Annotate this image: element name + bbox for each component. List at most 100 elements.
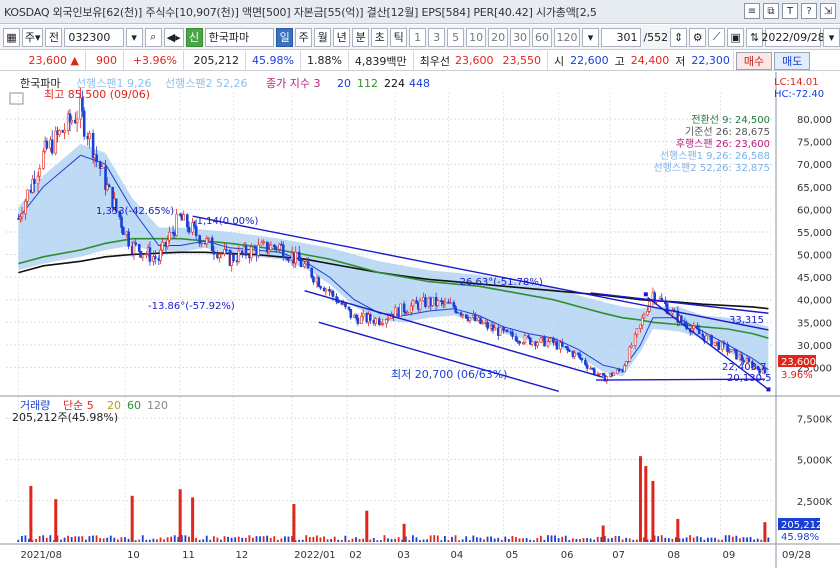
buy-button[interactable]: 매수 <box>735 51 773 70</box>
best-ask: 23,600 <box>455 54 494 67</box>
tab-second[interactable]: 초 <box>371 27 389 47</box>
ichimoku-value-3: 후행스팬 26: 23,600 <box>676 138 770 150</box>
candle-body <box>578 354 582 359</box>
minute-30[interactable]: 30 <box>510 27 531 47</box>
candle-body <box>479 317 482 324</box>
volume-bar-26 <box>109 535 112 542</box>
volume-spike-1 <box>54 499 58 542</box>
candle-body <box>317 277 321 287</box>
stepper-icon[interactable]: ⇕ <box>670 27 688 47</box>
candle-body <box>198 235 202 244</box>
candle-body <box>454 306 457 313</box>
volume-bar-172 <box>628 538 631 542</box>
candle-body <box>568 349 571 352</box>
candle-290 <box>735 349 738 360</box>
volume-bar-79 <box>298 539 301 542</box>
candle-body <box>514 336 518 342</box>
volume-bar-1 <box>20 536 23 542</box>
volume-bar-138 <box>507 538 510 542</box>
candle-body <box>415 300 418 304</box>
minute-10[interactable]: 10 <box>466 27 487 47</box>
volume-bar-95 <box>355 537 357 542</box>
chart-type-icon[interactable]: ⟋ <box>708 27 726 47</box>
candle-247 <box>628 345 632 363</box>
stock-code-input[interactable]: 032300 <box>64 27 124 47</box>
volume-spike-0 <box>29 485 33 542</box>
speaker-icon[interactable]: ◀▸ <box>163 27 184 47</box>
volume-bar-16 <box>74 536 77 542</box>
search-icon[interactable]: ⌕ <box>144 27 162 47</box>
volume-bar-184 <box>671 538 674 542</box>
market-button[interactable]: 전 <box>45 27 63 47</box>
minute-dropdown-icon[interactable]: ▾ <box>581 27 599 47</box>
save-icon[interactable]: ▣ <box>727 27 745 47</box>
candle-155 <box>399 303 402 317</box>
candle-body <box>642 314 646 319</box>
candle-body <box>63 129 66 133</box>
tab-tick[interactable]: 틱 <box>390 27 408 47</box>
grid-button[interactable]: ▦ <box>3 27 20 47</box>
candle-body <box>628 346 632 362</box>
date-input[interactable]: 2022/09/28 <box>761 27 825 47</box>
tab-yearly[interactable]: 년 <box>333 27 351 47</box>
minute-1[interactable]: 1 <box>409 27 427 47</box>
help-icon[interactable]: ? <box>801 3 817 19</box>
candle-body <box>735 349 738 360</box>
candle-body <box>354 314 358 319</box>
tab-weekly[interactable]: 주 <box>295 27 313 47</box>
y-tick-9: 35,000 <box>797 318 832 329</box>
candle-body <box>185 214 189 228</box>
minute-5[interactable]: 5 <box>447 27 465 47</box>
volume-bar-50 <box>195 537 197 542</box>
volume-bar-111 <box>411 535 414 542</box>
vol-y-tick-0: 7,500K <box>797 414 833 425</box>
calendar-dropdown-icon[interactable]: ▾ <box>823 27 840 47</box>
trend-point-2 <box>766 387 771 392</box>
high-marker: 최고 85,500 (09/06) <box>44 88 150 101</box>
ma-legend-112: 112 <box>357 77 378 90</box>
stock-type-select[interactable]: 주 ▾ <box>22 27 44 47</box>
sell-button[interactable]: 매도 <box>774 51 811 70</box>
tab-monthly[interactable]: 월 <box>314 27 332 47</box>
candle-body <box>566 346 569 351</box>
minute-60[interactable]: 60 <box>532 27 553 47</box>
ma-legend-label: 종가 지수 3 <box>266 77 320 90</box>
candle-body <box>200 242 203 245</box>
volume-bar-29 <box>120 537 123 542</box>
count-input[interactable]: 301 <box>600 27 642 47</box>
volume-bar-68 <box>259 536 261 542</box>
settings-icon[interactable]: ⚙ <box>689 27 707 47</box>
copy-icon[interactable]: ⧉ <box>763 3 779 19</box>
volume-bar-198 <box>721 539 724 542</box>
text-icon[interactable]: T <box>782 3 798 19</box>
volume-bar-174 <box>635 539 638 542</box>
minute-3[interactable]: 3 <box>428 27 446 47</box>
link-icon[interactable]: ⇲ <box>820 3 836 19</box>
list-icon[interactable]: ≡ <box>744 3 760 19</box>
candle-body <box>385 319 388 324</box>
volume-pct-label: 45.98% <box>781 532 819 543</box>
minute-20[interactable]: 20 <box>488 27 509 47</box>
candle-body <box>153 256 157 259</box>
current-price: 23,600 ▲ <box>4 50 86 71</box>
candle-body <box>82 110 86 137</box>
candle-body <box>697 328 701 335</box>
minute-120[interactable]: 120 <box>554 27 580 47</box>
code-dropdown-icon[interactable]: ▾ <box>125 27 143 47</box>
volume-spike-13 <box>763 522 767 542</box>
candle-body <box>281 244 285 258</box>
candle-body <box>612 372 616 377</box>
tab-daily[interactable]: 일 <box>276 27 294 47</box>
candle-body <box>33 178 36 185</box>
candle-body <box>344 303 347 308</box>
volume-spike-11 <box>651 480 655 542</box>
stock-chart[interactable]: 80,000 75,000 70,000 65,000 60,000 55,000 50,0… <box>0 72 840 568</box>
tab-minute[interactable]: 분 <box>352 27 370 47</box>
annotation-2: -1,14(0.00%) <box>193 216 259 227</box>
volume-bar-124 <box>458 540 461 542</box>
window-icons: ≡ ⧉ T ? ⇲ <box>744 3 836 19</box>
volume-bar-133 <box>490 536 492 542</box>
candle-body <box>168 231 171 241</box>
volume-bar-86 <box>323 536 325 542</box>
trend-point-1 <box>643 292 648 297</box>
